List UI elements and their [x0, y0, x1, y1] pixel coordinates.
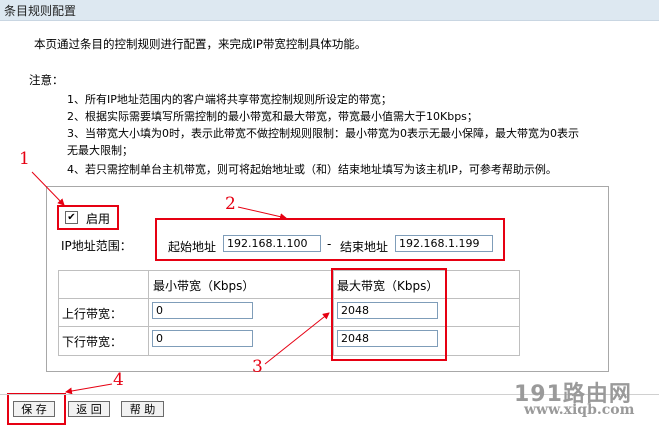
annotation-number-3: 3 — [252, 357, 263, 377]
annotation-number-2: 2 — [225, 194, 236, 214]
annotation-arrows — [31, 171, 330, 395]
arrow-2 — [237, 206, 287, 221]
arrow-4 — [65, 383, 113, 395]
annotation-number-1: 1 — [19, 149, 30, 169]
help-button[interactable]: 帮 助 — [121, 401, 164, 417]
arrow-1 — [31, 171, 65, 206]
annotation-number-4: 4 — [113, 370, 124, 390]
save-button[interactable]: 保 存 — [13, 401, 55, 417]
arrow-3 — [264, 312, 330, 365]
watermark-url: www.xiqb.com — [524, 402, 635, 418]
back-button[interactable]: 返 回 — [68, 401, 110, 417]
